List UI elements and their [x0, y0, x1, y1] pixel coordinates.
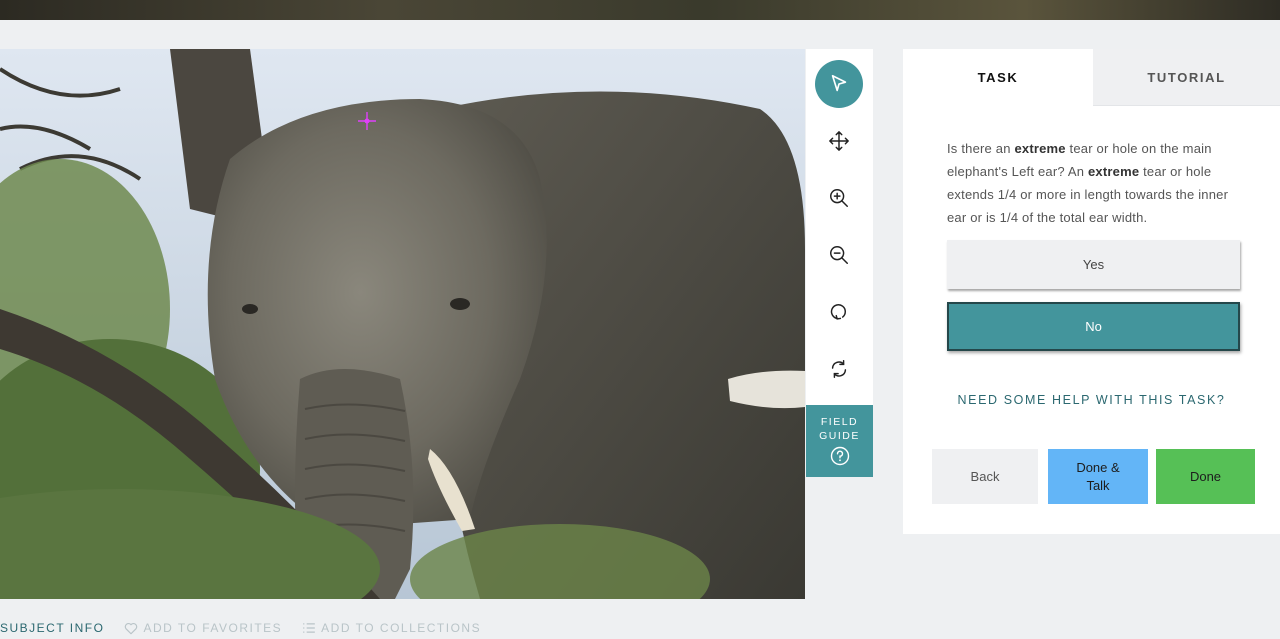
done-and-talk-button[interactable]: Done & Talk — [1048, 449, 1148, 504]
list-icon — [303, 623, 316, 633]
answer-yes-button[interactable]: Yes — [947, 240, 1240, 289]
rotate-tool-button[interactable] — [815, 288, 863, 336]
field-guide-label-line1: FIELD — [820, 416, 859, 428]
task-help-link[interactable]: NEED SOME HELP WITH THIS TASK? — [903, 393, 1280, 407]
back-button[interactable]: Back — [932, 449, 1038, 504]
question-circle-icon — [830, 446, 849, 466]
add-to-favorites-label: ADD TO FAVORITES — [143, 621, 283, 635]
answer-no-button[interactable]: No — [947, 302, 1240, 351]
subject-image[interactable] — [0, 49, 805, 599]
move-tool-button[interactable] — [815, 117, 863, 165]
crosshair-marker-icon — [358, 112, 376, 130]
done-and-talk-line1: Done & — [1076, 459, 1120, 475]
elephant-photo — [0, 49, 805, 599]
move-arrows-icon — [829, 131, 849, 151]
rotate-icon — [830, 304, 846, 320]
field-guide-label-line2: GUIDE — [819, 430, 860, 442]
add-to-collections-label: ADD TO COLLECTIONS — [321, 621, 482, 635]
question-emphasis-2: extreme — [1088, 164, 1140, 179]
reset-tool-button[interactable] — [815, 345, 863, 393]
image-toolbar: FIELD GUIDE — [806, 49, 873, 477]
zoom-in-icon — [830, 189, 848, 207]
zoom-out-icon — [830, 246, 848, 264]
task-panel: TASK TUTORIAL Is there an extreme tear o… — [903, 49, 1280, 534]
add-to-collections-button[interactable]: ADD TO COLLECTIONS — [302, 621, 481, 635]
add-to-favorites-button[interactable]: ADD TO FAVORITES — [124, 621, 282, 635]
zoom-out-tool-button[interactable] — [815, 231, 863, 279]
panel-tabs: TASK TUTORIAL — [903, 49, 1280, 106]
task-question: Is there an extreme tear or hole on the … — [947, 137, 1247, 229]
zoom-in-tool-button[interactable] — [815, 174, 863, 222]
tab-task[interactable]: TASK — [903, 49, 1093, 106]
field-guide-button[interactable]: FIELD GUIDE — [806, 405, 873, 477]
subject-meta-bar: SUBJECT INFO ADD TO FAVORITES ADD TO COL… — [0, 619, 501, 637]
question-emphasis-1: extreme — [1014, 141, 1066, 156]
done-and-talk-line2: Talk — [1086, 477, 1110, 493]
subject-info-label: SUBJECT INFO — [0, 621, 105, 635]
annotate-tool-button[interactable] — [815, 60, 863, 108]
reset-icon — [831, 360, 847, 378]
top-banner-strip — [0, 0, 1280, 20]
done-button[interactable]: Done — [1156, 449, 1255, 504]
tab-tutorial[interactable]: TUTORIAL — [1093, 49, 1280, 106]
pointer-arrow-icon — [831, 74, 847, 92]
heart-icon — [125, 622, 138, 634]
done-and-talk-label: Done & Talk — [1076, 459, 1119, 495]
subject-info-link[interactable]: SUBJECT INFO — [0, 621, 104, 635]
question-text-1: Is there an — [947, 141, 1015, 156]
